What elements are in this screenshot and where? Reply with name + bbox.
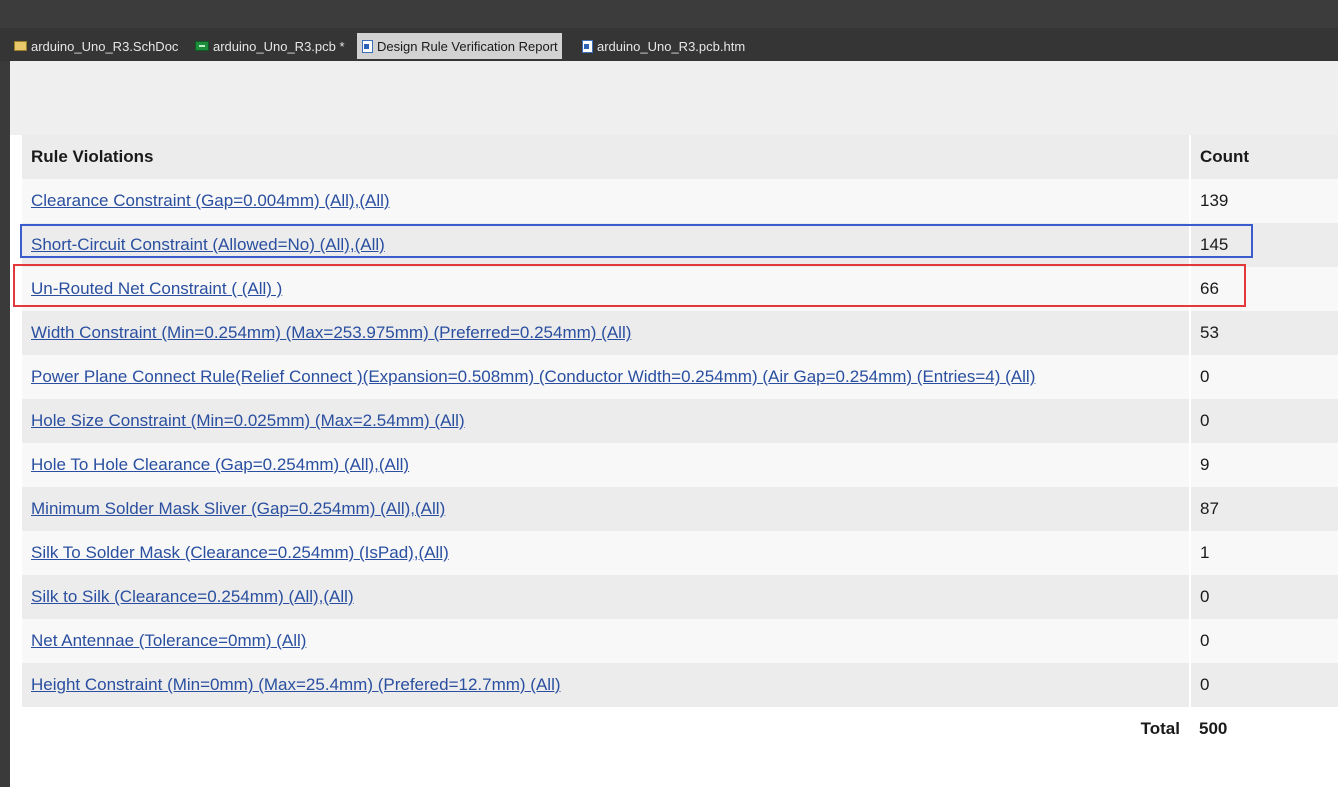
tab-pcb-htm[interactable]: arduino_Uno_R3.pcb.htm [582,33,745,59]
tab-label: arduino_Uno_R3.pcb.htm [597,38,746,54]
tab-drc-report[interactable]: Design Rule Verification Report [357,33,562,59]
html-document-icon [582,39,593,53]
schematic-document-icon [14,41,27,51]
table-row: Height Constraint (Min=0mm) (Max=25.4mm)… [22,663,1338,707]
silk-to-solder-mask-link[interactable]: Silk To Solder Mask (Clearance=0.254mm) … [31,543,449,562]
count-header: Count [1190,135,1338,179]
net-antennae-link[interactable]: Net Antennae (Tolerance=0mm) (All) [31,631,306,650]
power-plane-connect-rule-link[interactable]: Power Plane Connect Rule(Relief Connect … [31,367,1035,386]
tab-label: arduino_Uno_R3.pcb * [213,38,345,54]
violation-count: 66 [1190,267,1338,311]
report-header-band [10,61,1338,135]
table-row: Silk to Silk (Clearance=0.254mm) (All),(… [22,575,1338,619]
table-row: Clearance Constraint (Gap=0.004mm) (All)… [22,179,1338,223]
violation-count: 139 [1190,179,1338,223]
violation-count: 1 [1190,531,1338,575]
violation-count: 0 [1190,619,1338,663]
hole-size-constraint-link[interactable]: Hole Size Constraint (Min=0.025mm) (Max=… [31,411,465,430]
report-view: Rule Violations Count Clearance Constrai… [10,61,1338,787]
table-row: Hole To Hole Clearance (Gap=0.254mm) (Al… [22,443,1338,487]
table-row: Silk To Solder Mask (Clearance=0.254mm) … [22,531,1338,575]
violation-count: 87 [1190,487,1338,531]
violation-count: 0 [1190,663,1338,707]
rule-violations-header: Rule Violations [22,135,1191,179]
short-circuit-constraint-link[interactable]: Short-Circuit Constraint (Allowed=No) (A… [31,235,385,254]
width-constraint-link[interactable]: Width Constraint (Min=0.254mm) (Max=253.… [31,323,631,342]
window-title-bar [0,0,1338,28]
tab-schdoc[interactable]: arduino_Uno_R3.SchDoc [14,33,178,59]
table-row: Short-Circuit Constraint (Allowed=No) (A… [22,223,1338,267]
silk-to-silk-link[interactable]: Silk to Silk (Clearance=0.254mm) (All),(… [31,587,354,606]
height-constraint-link[interactable]: Height Constraint (Min=0mm) (Max=25.4mm)… [31,675,561,694]
table-row: Power Plane Connect Rule(Relief Connect … [22,355,1338,399]
table-row: Un-Routed Net Constraint ( (All) ) 66 [22,267,1338,311]
violation-count: 145 [1190,223,1338,267]
violation-count: 53 [1190,311,1338,355]
document-tab-bar: arduino_Uno_R3.SchDoc arduino_Uno_R3.pcb… [0,28,1338,61]
violation-count: 0 [1190,575,1338,619]
table-row: Minimum Solder Mask Sliver (Gap=0.254mm)… [22,487,1338,531]
table-row: Width Constraint (Min=0.254mm) (Max=253.… [22,311,1338,355]
tab-label: arduino_Uno_R3.SchDoc [31,38,179,54]
total-label: Total [22,707,1190,751]
table-row: Hole Size Constraint (Min=0.025mm) (Max=… [22,399,1338,443]
table-header-row: Rule Violations Count [22,135,1338,179]
left-panel-edge [0,61,10,787]
rule-violations-table: Rule Violations Count Clearance Constrai… [22,135,1338,751]
tab-label: Design Rule Verification Report [377,38,558,54]
total-row: Total 500 [22,707,1338,751]
violation-count: 0 [1190,399,1338,443]
table-row: Net Antennae (Tolerance=0mm) (All) 0 [22,619,1338,663]
hole-to-hole-clearance-link[interactable]: Hole To Hole Clearance (Gap=0.254mm) (Al… [31,455,409,474]
tab-pcb[interactable]: arduino_Uno_R3.pcb * [195,33,345,59]
unrouted-net-constraint-link[interactable]: Un-Routed Net Constraint ( (All) ) [31,279,282,298]
solder-mask-sliver-link[interactable]: Minimum Solder Mask Sliver (Gap=0.254mm)… [31,499,445,518]
report-document-icon [362,39,373,53]
pcb-document-icon [195,41,209,51]
violation-count: 9 [1190,443,1338,487]
clearance-constraint-link[interactable]: Clearance Constraint (Gap=0.004mm) (All)… [31,191,390,210]
total-count: 500 [1190,707,1338,751]
violation-count: 0 [1190,355,1338,399]
